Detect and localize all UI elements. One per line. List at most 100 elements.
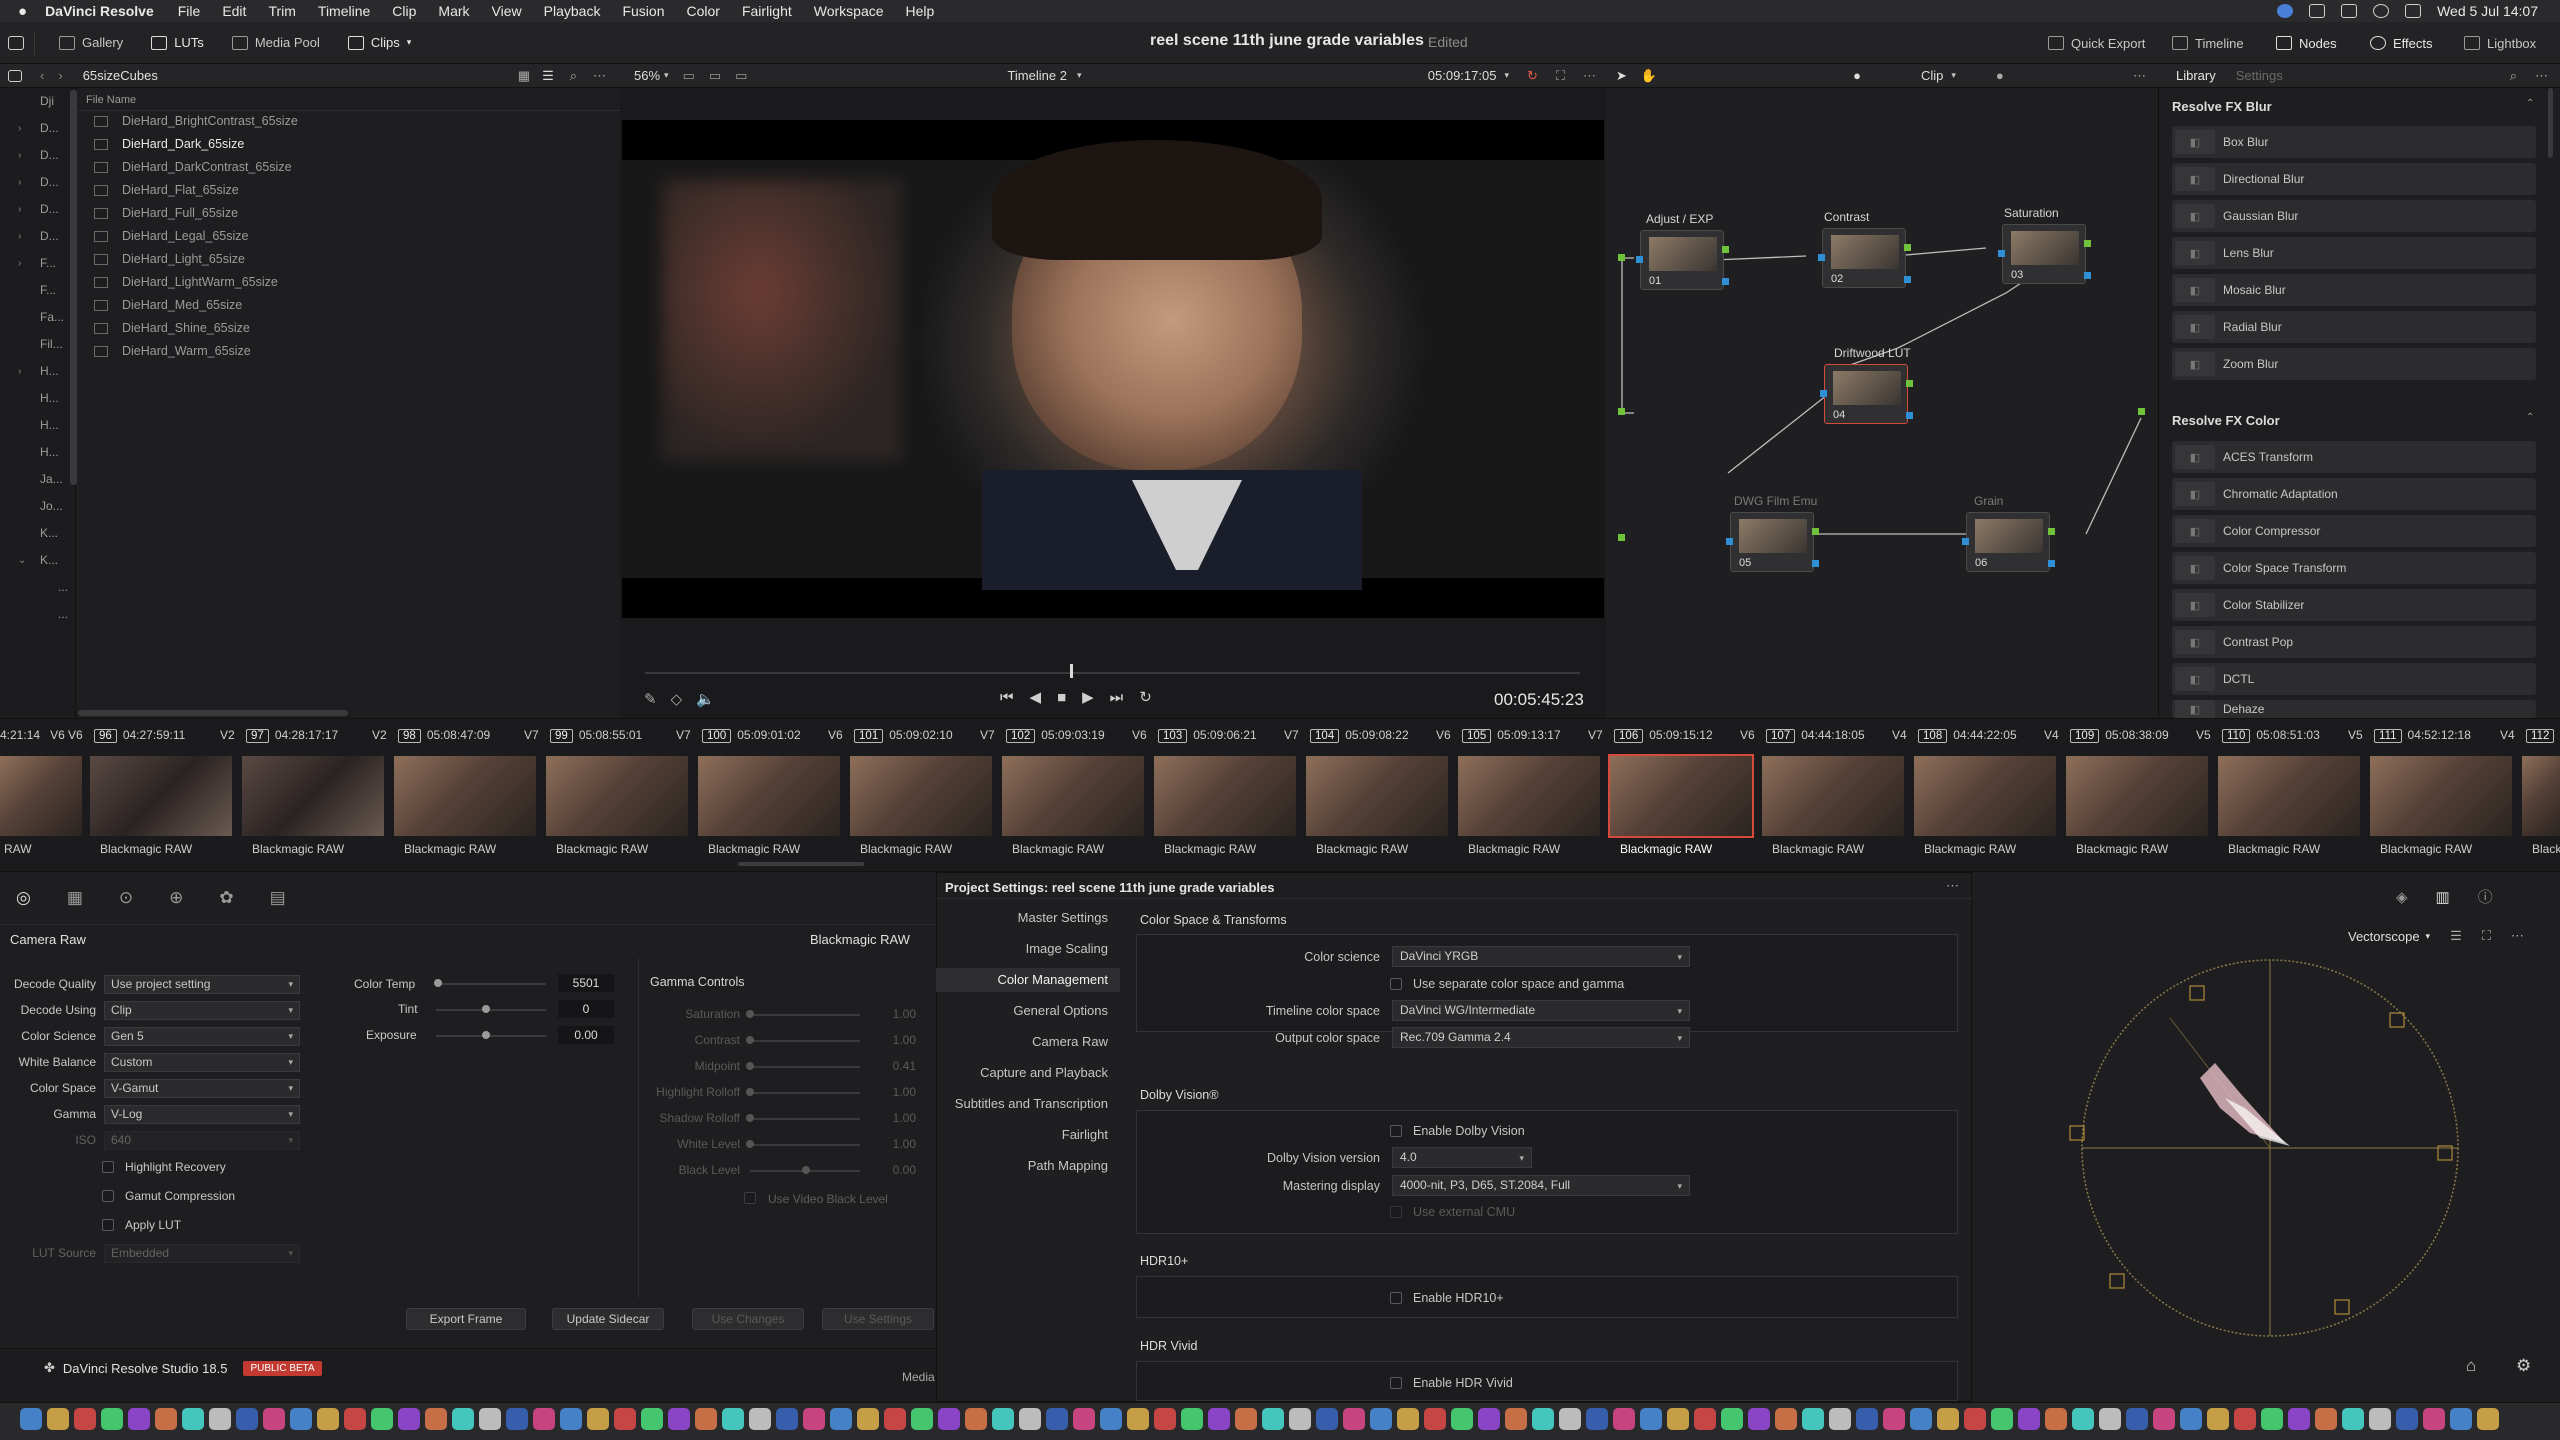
clip-mode[interactable]: Clip xyxy=(1921,68,1943,83)
clip-thumbnail[interactable] xyxy=(90,756,232,836)
settings-nav-item[interactable]: Fairlight xyxy=(936,1123,1108,1147)
dock-app-icon[interactable] xyxy=(1613,1408,1635,1430)
dock-app-icon[interactable] xyxy=(2261,1408,2283,1430)
gamma-slider[interactable] xyxy=(750,1144,860,1146)
clip-thumbnail[interactable] xyxy=(2522,756,2560,836)
camera-raw-tab-icon[interactable]: ◎ xyxy=(16,888,31,908)
color-science-select[interactable]: DaVinci YRGB ▾ xyxy=(1392,946,1690,967)
dock-app-icon[interactable] xyxy=(938,1408,960,1430)
node-tree-port[interactable] xyxy=(1618,534,1625,541)
search-icon[interactable] xyxy=(2373,4,2390,18)
dock-app-icon[interactable] xyxy=(1721,1408,1743,1430)
fx-section-color[interactable]: Resolve FX Color xyxy=(2172,413,2280,428)
fx-item[interactable]: ◧ Lens Blur xyxy=(2172,237,2536,269)
dock-app-icon[interactable] xyxy=(1775,1408,1797,1430)
lut-folder-item[interactable]: Jo... xyxy=(0,493,75,520)
dock-app-icon[interactable] xyxy=(1316,1408,1338,1430)
lut-file-row[interactable]: DieHard_Flat_65size xyxy=(0,179,620,202)
menu-timeline[interactable]: Timeline xyxy=(318,3,370,19)
color-temp-slider[interactable] xyxy=(436,983,546,985)
node-key-port[interactable] xyxy=(1812,560,1819,567)
wifi-icon[interactable] xyxy=(2277,4,2294,18)
dock-app-icon[interactable] xyxy=(2099,1408,2121,1430)
dock-app-icon[interactable] xyxy=(74,1408,96,1430)
dock-app-icon[interactable] xyxy=(1289,1408,1311,1430)
lut-source-select[interactable]: Embedded ▾ xyxy=(104,1244,300,1263)
dock-app-icon[interactable] xyxy=(1667,1408,1689,1430)
dock-app-icon[interactable] xyxy=(2126,1408,2148,1430)
collapse-icon[interactable]: ⌃ xyxy=(2526,98,2534,109)
node-key-port[interactable] xyxy=(1904,276,1911,283)
clip-thumbnail[interactable] xyxy=(0,756,82,836)
dock-app-icon[interactable] xyxy=(1127,1408,1149,1430)
dock-app-icon[interactable] xyxy=(1397,1408,1419,1430)
color-node[interactable]: 03 xyxy=(2002,224,2086,284)
fx-item[interactable]: ◧ Gaussian Blur xyxy=(2172,200,2536,232)
clip-thumbnail[interactable] xyxy=(1002,756,1144,836)
tint-knob[interactable] xyxy=(482,1005,490,1013)
dock-app-icon[interactable] xyxy=(884,1408,906,1430)
node-key-port[interactable] xyxy=(1906,412,1913,419)
dock-app-icon[interactable] xyxy=(2288,1408,2310,1430)
lut-file-row[interactable]: DieHard_Med_65size xyxy=(0,294,620,317)
dock-app-icon[interactable] xyxy=(47,1408,69,1430)
dock-app-icon[interactable] xyxy=(1478,1408,1500,1430)
dock-app-icon[interactable] xyxy=(1262,1408,1284,1430)
menu-playback[interactable]: Playback xyxy=(544,3,601,19)
lut-file-row[interactable]: DieHard_DarkContrast_65size xyxy=(0,156,620,179)
playhead[interactable] xyxy=(1070,664,1073,678)
gamma-knob[interactable] xyxy=(746,1088,754,1096)
more-icon[interactable]: ⋯ xyxy=(593,68,606,84)
more-icon[interactable]: ⋯ xyxy=(2133,68,2146,84)
battery-icon[interactable] xyxy=(2341,4,2358,18)
enable-vivid-checkbox[interactable] xyxy=(1390,1377,1402,1389)
dock-app-icon[interactable] xyxy=(506,1408,528,1430)
library-scrollbar[interactable] xyxy=(2548,88,2553,158)
fx-section-blur[interactable]: Resolve FX Blur xyxy=(2172,99,2272,114)
dock-app-icon[interactable] xyxy=(1370,1408,1392,1430)
color-wheels-icon[interactable]: ⊙ xyxy=(119,888,133,908)
compare-viewer-icon[interactable]: ▭ xyxy=(735,68,747,84)
dock-app-icon[interactable] xyxy=(911,1408,933,1430)
node-input-port[interactable] xyxy=(1998,250,2005,257)
forward-icon[interactable]: › xyxy=(58,68,62,83)
fx-item[interactable]: ◧ Mosaic Blur xyxy=(2172,274,2536,306)
fx-item[interactable]: ◧ Zoom Blur xyxy=(2172,348,2536,380)
dock-app-icon[interactable] xyxy=(1883,1408,1905,1430)
lut-file-row[interactable]: DieHard_BrightContrast_65size xyxy=(0,110,620,133)
split-viewer-icon[interactable]: ▭ xyxy=(709,68,721,84)
home-icon[interactable]: ⌂ xyxy=(2466,1356,2476,1376)
dock-app-icon[interactable] xyxy=(1748,1408,1770,1430)
dock-app-icon[interactable] xyxy=(1154,1408,1176,1430)
dock-app-icon[interactable] xyxy=(992,1408,1014,1430)
more-icon[interactable]: ⋯ xyxy=(2511,928,2524,944)
loop-icon[interactable]: ↻ xyxy=(1139,688,1152,706)
dock-app-icon[interactable] xyxy=(1505,1408,1527,1430)
node-output-port[interactable] xyxy=(1906,380,1913,387)
gallery-button[interactable]: Gallery xyxy=(45,22,137,64)
settings-nav-item[interactable]: Image Scaling xyxy=(936,937,1108,961)
gamma-slider[interactable] xyxy=(750,1040,860,1042)
lut-folder-item[interactable]: ... xyxy=(0,601,75,628)
single-viewer-icon[interactable]: ▭ xyxy=(683,68,695,84)
control-center-icon[interactable] xyxy=(2405,4,2422,18)
dock-app-icon[interactable] xyxy=(20,1408,42,1430)
fullscreen-icon[interactable]: ⛶ xyxy=(2482,928,2491,944)
collapse-icon[interactable]: ⌃ xyxy=(2526,412,2534,423)
dock-app-icon[interactable] xyxy=(398,1408,420,1430)
node-tree-port[interactable] xyxy=(2138,408,2145,415)
dock-app-icon[interactable] xyxy=(101,1408,123,1430)
clip-thumbnail[interactable] xyxy=(2370,756,2512,836)
lut-folder-item[interactable]: ... xyxy=(0,574,75,601)
pointer-icon[interactable]: ➤ xyxy=(1616,68,1627,84)
raw-field-select[interactable]: Custom ▾ xyxy=(104,1053,300,1072)
menu-fusion[interactable]: Fusion xyxy=(622,3,664,19)
settings-nav-item[interactable]: Capture and Playback xyxy=(936,1061,1108,1085)
dock-app-icon[interactable] xyxy=(425,1408,447,1430)
lut-folder-item[interactable]: K... xyxy=(0,520,75,547)
gamma-slider[interactable] xyxy=(750,1092,860,1094)
color-node[interactable]: 02 xyxy=(1822,228,1906,288)
apple-icon[interactable]: ● xyxy=(18,3,27,20)
exposure-value[interactable]: 0.00 xyxy=(558,1026,614,1044)
gamma-slider[interactable] xyxy=(750,1014,860,1016)
